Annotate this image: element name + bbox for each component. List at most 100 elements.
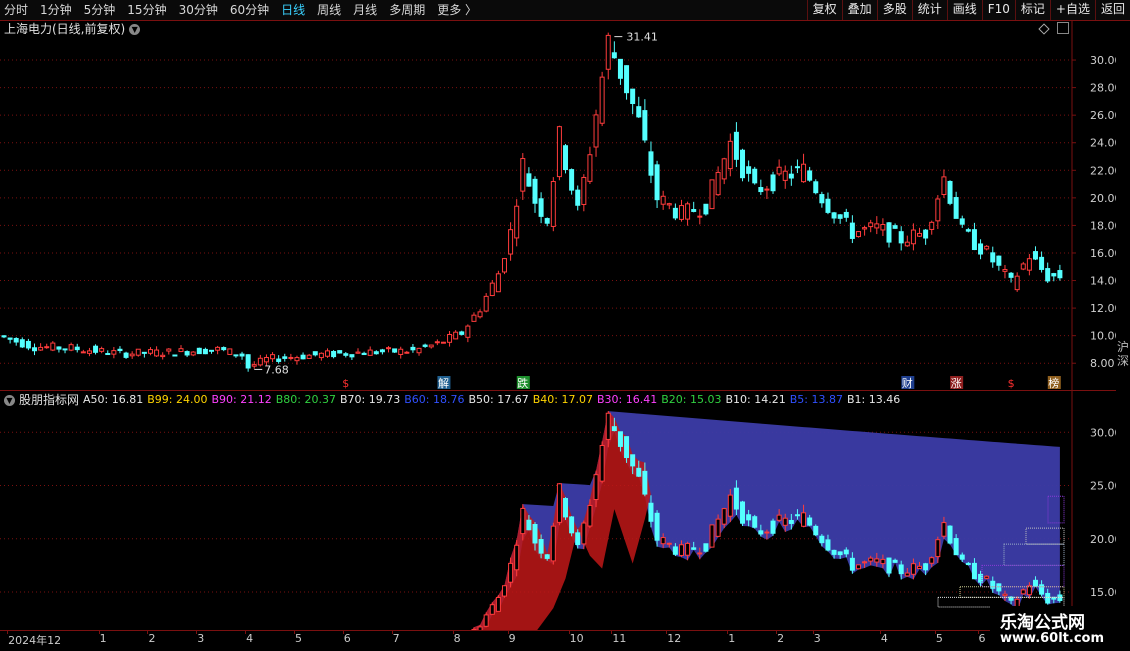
candle-body	[489, 282, 495, 297]
ind-candle-body	[855, 564, 861, 570]
candle-body	[135, 348, 141, 356]
candle-body	[819, 194, 825, 204]
date-tick-label: 4	[880, 632, 888, 645]
period-tab-6[interactable]: 日线	[281, 0, 305, 20]
candle-body	[904, 241, 910, 247]
candle-body	[782, 170, 788, 181]
indicator-name: 股朋指标网	[19, 393, 80, 407]
event-marker: 财	[902, 376, 913, 390]
candle-body	[276, 358, 282, 362]
ind-candle-body	[550, 525, 556, 562]
event-marker: $	[1008, 377, 1015, 390]
toolbar-button-6[interactable]: 标记	[1014, 0, 1050, 20]
toolbar-button-2[interactable]: 多股	[876, 0, 912, 20]
candle-body	[526, 173, 532, 187]
candle-body	[843, 211, 849, 218]
candle-body	[544, 218, 550, 224]
date-tick-mark	[245, 631, 247, 634]
candle-body	[1, 335, 7, 338]
ind-candle-body	[593, 474, 599, 501]
period-tab-7[interactable]: 周线	[317, 0, 341, 20]
price-tick-label: 24.00	[1090, 137, 1116, 150]
date-tick-label: 12	[667, 632, 682, 645]
date-tick-mark	[879, 631, 881, 634]
candle-body	[471, 314, 477, 322]
candle-body	[740, 149, 746, 179]
candle-body	[294, 357, 300, 362]
period-tab-10[interactable]: 更多 〉	[437, 0, 477, 20]
candle-body	[1039, 256, 1045, 270]
indicator-value-3: B80: 20.37	[275, 393, 336, 406]
ind-candle-body	[727, 494, 733, 517]
period-tab-2[interactable]: 5分钟	[84, 0, 116, 20]
ind-candle-body	[611, 426, 617, 432]
toolbar-button-7[interactable]: +自选	[1049, 0, 1095, 20]
candle-body	[1026, 258, 1032, 271]
ind-candle-body	[501, 585, 507, 597]
ind-candle-body	[953, 538, 959, 556]
ind-candle-body	[569, 516, 575, 534]
candle-body	[947, 180, 953, 204]
candle-body	[801, 163, 807, 183]
candle-body	[74, 346, 80, 351]
candle-body	[160, 354, 166, 358]
period-tab-8[interactable]: 月线	[353, 0, 377, 20]
price-chart[interactable]: 30.00 28.00 26.00 24.00 22.00 20.00 18.00 16.00…	[0, 20, 1116, 391]
candle-body	[477, 311, 483, 318]
ind-candle-body	[1020, 589, 1026, 595]
period-tab-4[interactable]: 30分钟	[179, 0, 218, 20]
candle-body	[337, 350, 343, 354]
toolbar-button-1[interactable]: 叠加	[841, 0, 877, 20]
ind-candle-body	[868, 557, 874, 562]
candle-body	[13, 337, 19, 343]
ind-candle-body	[910, 563, 916, 575]
candle-body	[398, 348, 404, 355]
candle-body	[965, 229, 971, 232]
toolbar-button-3[interactable]: 统计	[911, 0, 947, 20]
date-tick-label: 6	[978, 632, 986, 645]
candle-body	[215, 346, 221, 351]
ind-candle-body	[782, 517, 788, 526]
candle-body	[166, 348, 172, 352]
chevron-down-icon[interactable]: ▼	[4, 394, 15, 406]
ind-candle-body	[990, 580, 996, 589]
candle-body	[929, 221, 935, 230]
toolbar-button-4[interactable]: 画线	[946, 0, 982, 20]
candle-body	[862, 227, 868, 230]
period-tab-9[interactable]: 多周期	[389, 0, 425, 20]
ind-candle-body	[520, 507, 526, 535]
ind-candle-body	[807, 517, 813, 526]
candle-body	[32, 347, 38, 352]
ind-candle-body	[605, 412, 611, 440]
candle-body	[996, 255, 1002, 266]
candle-body	[1020, 263, 1026, 270]
candle-body	[282, 356, 288, 359]
candle-body	[685, 203, 691, 220]
watermark-title: 乐淘公式网	[1000, 613, 1085, 633]
toolbar-button-5[interactable]: F10	[981, 0, 1015, 20]
toolbar-button-0[interactable]: 复权	[806, 0, 842, 20]
date-tick-label: 2024年12	[8, 634, 62, 647]
indicator-tick-label: 30.00	[1090, 426, 1116, 439]
ind-candle-body	[843, 549, 849, 555]
candle-body	[141, 351, 147, 354]
period-tab-3[interactable]: 15分钟	[127, 0, 166, 20]
date-tick-mark	[727, 631, 729, 634]
ind-candle-body	[1002, 593, 1008, 597]
period-tab-0[interactable]: 分时	[4, 0, 28, 20]
ind-candle-body	[941, 522, 947, 537]
ind-candle-body	[935, 539, 941, 558]
period-tab-1[interactable]: 1分钟	[40, 0, 72, 20]
toolbar-button-8[interactable]: 返回	[1094, 0, 1130, 20]
indicator-chart[interactable]: 30.00 25.00 20.00 15.00	[0, 391, 1116, 630]
candle-body	[239, 353, 245, 357]
ind-candle-body	[746, 514, 752, 521]
candle-body	[483, 295, 489, 312]
ind-candle-body	[721, 508, 727, 525]
period-tab-5[interactable]: 60分钟	[230, 0, 269, 20]
ind-candle-body	[752, 516, 758, 528]
price-tick-label: 22.00	[1090, 164, 1116, 177]
candle-body	[227, 348, 233, 355]
candle-body	[636, 106, 642, 118]
candle-body	[1008, 272, 1014, 278]
